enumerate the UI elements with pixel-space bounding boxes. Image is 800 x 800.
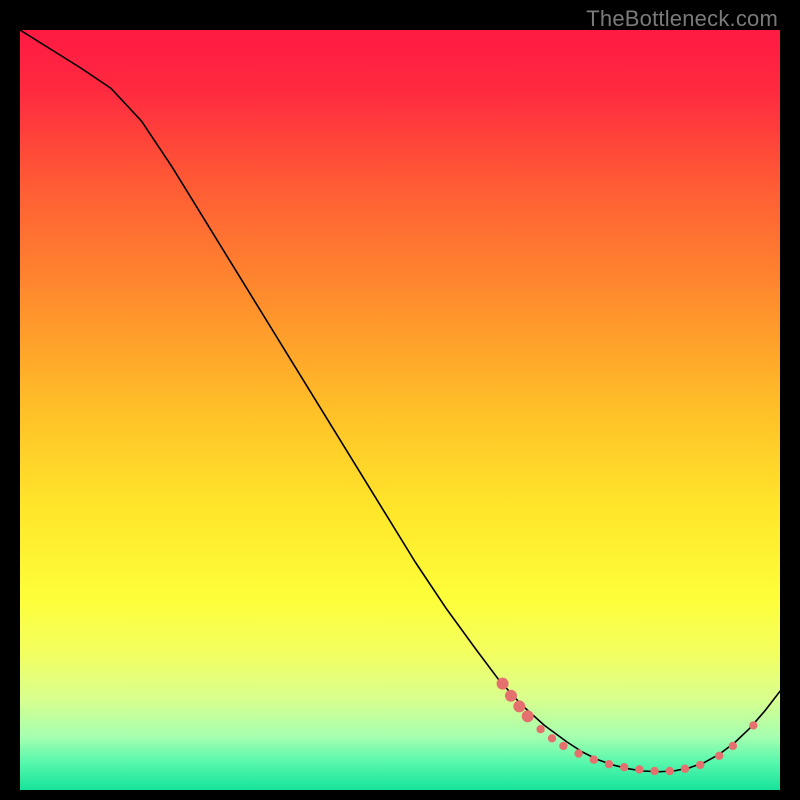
data-marker <box>696 761 704 769</box>
data-marker <box>681 765 689 773</box>
data-marker <box>536 725 544 733</box>
data-marker <box>522 710 534 722</box>
data-marker <box>749 721 757 729</box>
data-marker <box>513 700 525 712</box>
gradient-background <box>20 30 780 790</box>
watermark-text: TheBottleneck.com <box>586 6 778 32</box>
data-marker <box>635 765 643 773</box>
data-marker <box>559 742 567 750</box>
data-marker <box>620 763 628 771</box>
data-marker <box>715 752 723 760</box>
data-marker <box>548 734 556 742</box>
bottleneck-chart <box>20 30 780 790</box>
data-marker <box>605 760 613 768</box>
data-marker <box>650 767 658 775</box>
chart-area <box>20 30 780 790</box>
data-marker <box>729 742 737 750</box>
data-marker <box>574 749 582 757</box>
data-marker <box>666 767 674 775</box>
data-marker <box>505 690 517 702</box>
data-marker <box>590 755 598 763</box>
data-marker <box>497 678 509 690</box>
